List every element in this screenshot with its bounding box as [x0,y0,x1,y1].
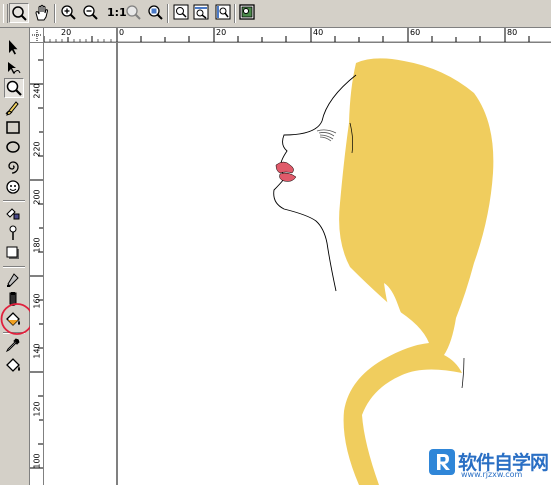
zoom-to-fit-button[interactable] [238,3,258,23]
zoom-page-button[interactable] [172,3,192,23]
ruler-label: 160 [32,293,42,309]
eye-lashes [316,129,337,142]
toolbar-separator [234,4,236,23]
spiral-icon [8,161,19,174]
ruler-label: 200 [32,189,42,205]
eyedropper-tool[interactable] [4,224,24,244]
zoom-all-objects-button[interactable] [146,3,166,23]
zoom-all-icon [148,5,163,20]
toolbox [0,28,34,485]
ruler-label: 100 [32,453,42,469]
zoom-tool-button[interactable] [9,3,29,23]
ruler-label: 60 [410,28,421,37]
toolbar-separator [54,4,56,23]
magnifier-icon [6,80,22,96]
magnifier-icon [12,6,27,21]
zoom-fit-icon [239,4,255,20]
zoom-page-icon [173,4,189,20]
ellipse-tool[interactable] [4,138,24,158]
eyedropper-tool-2[interactable] [4,336,24,356]
shadow-tool[interactable] [4,244,24,264]
eyedropper-icon [5,338,20,353]
zoom-width-icon [193,4,209,20]
hair-shape [339,58,494,485]
lips [275,161,297,182]
watermark: 软件自学网 www.rjzxw.com [425,447,549,483]
ruler-label: 180 [32,237,42,253]
ruler-label: 220 [32,141,42,157]
zoom-selected-button[interactable] [124,3,144,23]
zoom-out-icon [83,5,98,20]
ruler-label: 40 [313,28,324,37]
basic-shapes-tool[interactable] [4,178,24,198]
hand-icon [35,4,49,21]
zoom-out-button[interactable] [81,3,101,23]
shape-node-icon [8,62,21,74]
toolbox-separator [3,200,25,202]
paint-bucket-icon [6,358,20,372]
blend-icon [6,208,20,220]
ruler-label: 140 [32,343,42,359]
outline-pen-icon [7,273,19,287]
zoom-height-icon [215,4,231,20]
toolbar-separator [167,4,169,23]
rectangle-icon [6,121,20,134]
pencil-icon [5,101,19,116]
pick-tool[interactable] [4,38,24,58]
drawing-canvas[interactable] [44,43,551,485]
ruler-label: 240 [32,83,42,99]
toolbar-grip[interactable] [3,4,8,23]
pan-tool-button[interactable] [32,3,52,23]
rectangle-tool[interactable] [4,118,24,138]
shadow-icon [6,246,19,259]
ellipse-icon [6,141,20,153]
toolbox-separator [3,266,25,268]
crosshair-icon [32,30,42,41]
zoom-in-button[interactable] [59,3,79,23]
eyedropper-icon [9,225,17,240]
paintbucket-tool[interactable] [4,356,24,376]
zoom-in-icon [61,5,76,20]
outline-tool[interactable] [4,270,24,290]
ruler-label: 20 [61,28,72,37]
watermark-url: www.rjzxw.com [461,470,523,479]
ruler-label: 0 [119,28,125,37]
zoom-tool[interactable] [4,78,24,98]
vertical-ruler[interactable]: 240 220 200 180 160 140 120 100 [30,43,44,485]
interactive-blend-tool[interactable] [4,204,24,224]
shape-tool[interactable] [4,58,24,78]
ruler-origin[interactable] [30,28,44,43]
zoom-page-height-button[interactable] [214,3,234,23]
spiral-tool[interactable] [4,158,24,178]
horizontal-ruler[interactable]: 20 0 20 40 60 80 [44,28,551,43]
illustration [116,43,494,485]
ruler-label: 20 [216,28,227,37]
freehand-tool[interactable] [4,98,24,118]
ruler-ticks [30,59,43,469]
ruler-label: 80 [507,28,518,37]
ruler-label: 120 [32,401,42,417]
zoom-selected-icon [126,5,141,20]
zoom-page-width-button[interactable] [192,3,212,23]
r-logo-icon [437,454,450,470]
logo [429,449,455,475]
zoom-toolbar: 1:1 [0,0,551,28]
basic-shapes-icon [6,180,20,194]
arrow-pointer-icon [9,40,18,55]
